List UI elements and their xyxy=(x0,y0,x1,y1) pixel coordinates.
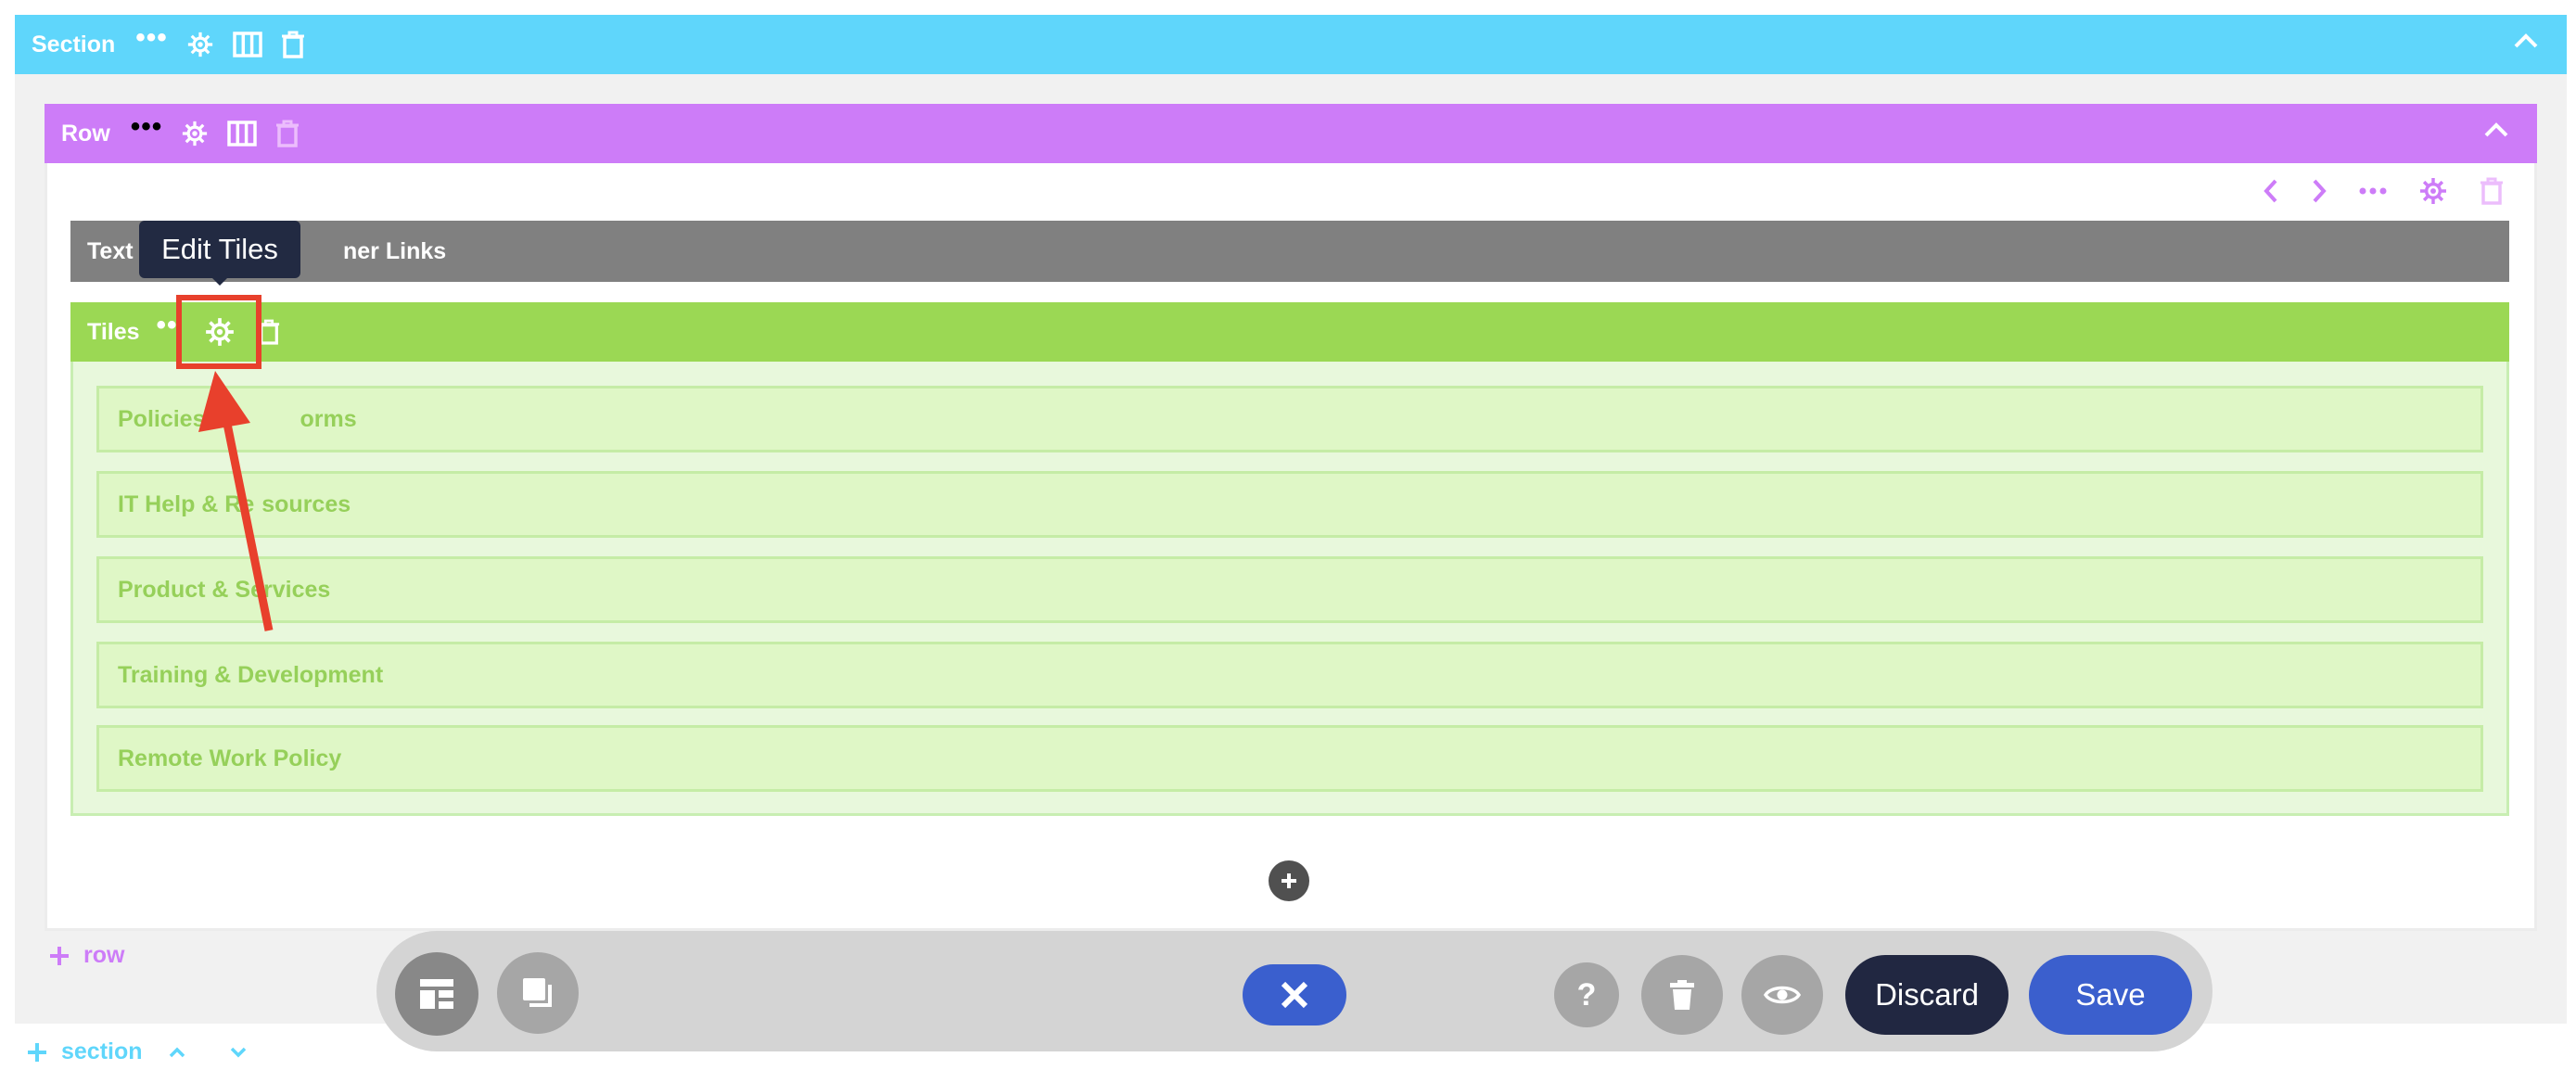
tile-item[interactable]: Training & Development xyxy=(96,642,2483,708)
layout-icon xyxy=(420,979,453,1009)
gear-icon[interactable] xyxy=(2418,176,2448,206)
tile-label-end: rvices xyxy=(262,576,331,603)
gear-icon[interactable] xyxy=(181,120,209,147)
add-section-label: section xyxy=(61,1038,143,1064)
trash-icon xyxy=(275,120,300,147)
close-button[interactable] xyxy=(1243,964,1346,1025)
add-section-button[interactable]: section xyxy=(26,1038,247,1065)
tiles-label: Tiles xyxy=(87,318,140,345)
close-icon xyxy=(1281,981,1308,1009)
delete-button[interactable] xyxy=(1641,955,1723,1035)
tile-label-end: orms xyxy=(300,405,357,432)
tiles-toolbar[interactable]: Tiles •• xyxy=(70,302,2509,362)
chevron-left-icon[interactable] xyxy=(2263,178,2279,204)
tile-label: Remote Work Policy xyxy=(118,745,342,771)
section-more-icon[interactable]: ••• xyxy=(135,24,168,52)
chevron-right-icon[interactable] xyxy=(2311,178,2327,204)
row-toolbar[interactable]: Row ••• xyxy=(45,104,2537,163)
copy-button[interactable] xyxy=(497,952,579,1034)
help-icon: ? xyxy=(1576,976,1597,1013)
section-label: Section xyxy=(32,31,116,57)
trash-icon[interactable] xyxy=(281,31,305,58)
row-label: Row xyxy=(61,120,110,146)
add-row-label: row xyxy=(83,942,125,968)
plus-icon xyxy=(28,1042,46,1062)
tile-item[interactable]: IT Help & Re sources xyxy=(96,471,2483,538)
gear-icon[interactable] xyxy=(186,31,214,58)
tile-label: IT Help & Re xyxy=(118,490,255,517)
tile-label: Product & Se xyxy=(118,576,263,603)
chevron-up-icon[interactable] xyxy=(2513,32,2539,50)
trash-icon xyxy=(2480,177,2504,205)
text-module-label: Text xyxy=(87,237,134,264)
save-button[interactable]: Save xyxy=(2029,955,2192,1035)
tile-label: Policies xyxy=(118,405,206,432)
tile-item[interactable]: Policies orms xyxy=(96,386,2483,452)
chevron-down-icon[interactable] xyxy=(230,1047,247,1058)
tile-item[interactable]: Product & Se rvices xyxy=(96,556,2483,623)
chevron-up-icon[interactable] xyxy=(169,1047,185,1058)
copy-icon xyxy=(523,978,552,1007)
section-toolbar[interactable]: Section ••• xyxy=(15,15,2567,74)
layout-button[interactable] xyxy=(395,952,478,1036)
discard-button[interactable]: Discard xyxy=(1845,955,2009,1035)
eye-icon xyxy=(1764,986,1801,1004)
add-row-button[interactable]: row xyxy=(48,942,124,969)
tile-item[interactable]: Remote Work Policy xyxy=(96,725,2483,792)
columns-icon[interactable] xyxy=(233,32,262,57)
tile-label-end: sources xyxy=(261,490,351,517)
text-module-label-end: ner Links xyxy=(343,237,447,264)
edit-tiles-tooltip: Edit Tiles xyxy=(139,221,300,278)
columns-icon[interactable] xyxy=(227,121,258,146)
preview-button[interactable] xyxy=(1741,955,1823,1035)
chevron-up-icon[interactable] xyxy=(2483,121,2509,139)
tiles-more-icon[interactable]: •• xyxy=(157,312,178,339)
tooltip-arrow xyxy=(210,276,229,286)
more-icon[interactable] xyxy=(2359,187,2387,195)
text-module-toolbar[interactable]: Text ner Links xyxy=(70,221,2509,282)
highlight-box xyxy=(176,295,261,369)
tile-label: Training & Development xyxy=(118,661,384,688)
plus-icon xyxy=(50,946,69,965)
plus-icon xyxy=(1282,873,1296,888)
help-button[interactable]: ? xyxy=(1554,962,1619,1027)
row-more-icon[interactable]: ••• xyxy=(131,113,163,141)
add-module-button[interactable] xyxy=(1269,860,1309,901)
trash-icon xyxy=(1670,980,1694,1010)
column-controls xyxy=(2263,176,2504,206)
